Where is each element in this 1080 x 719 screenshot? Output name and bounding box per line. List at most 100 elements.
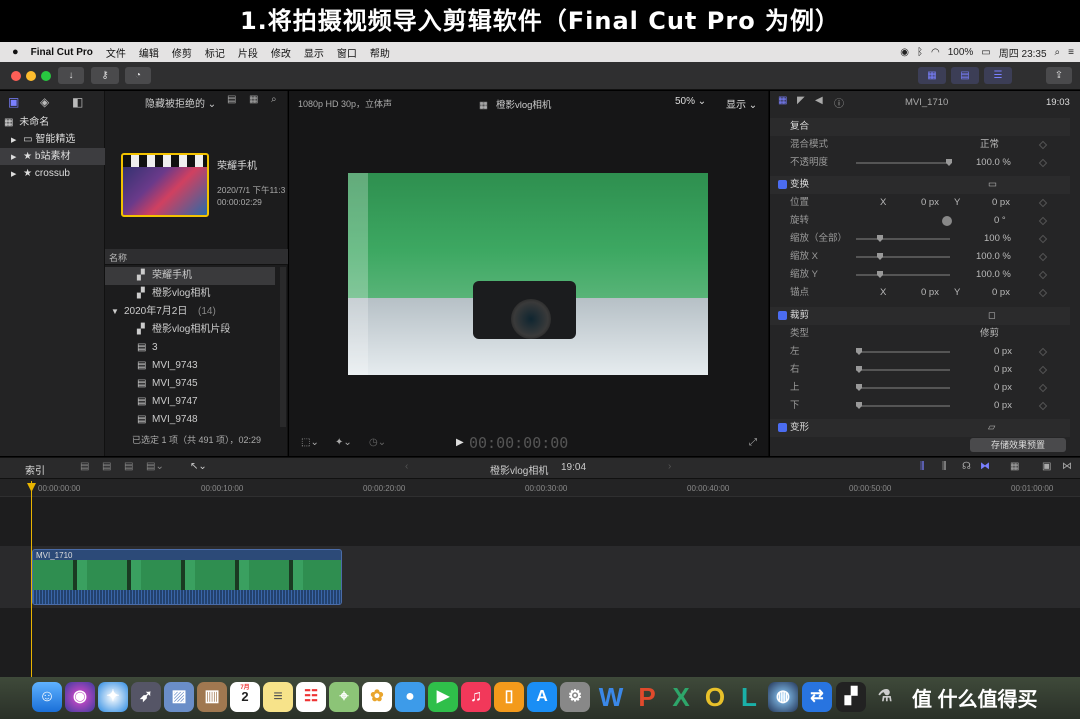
slider-knob[interactable]: [877, 235, 883, 242]
search-icon[interactable]: ⌕: [271, 94, 277, 105]
keyframe-icon[interactable]: [1038, 158, 1048, 168]
show-browser-button[interactable]: ▦: [918, 67, 946, 84]
scale-x-value[interactable]: 100.0 %: [976, 248, 1011, 266]
menu-clip[interactable]: 片段: [238, 45, 258, 60]
audio-inspector-icon[interactable]: ◀: [815, 95, 823, 106]
filmstrip-icon[interactable]: ▦: [249, 94, 258, 105]
lync-icon[interactable]: L: [734, 682, 764, 712]
select-tool-icon[interactable]: ↖⌄: [190, 461, 207, 472]
reminders-icon[interactable]: ☷: [296, 682, 326, 712]
anchor-y-value[interactable]: 0 px: [992, 284, 1010, 302]
list-item[interactable]: ▤ MVI_9747: [105, 393, 275, 411]
library-item[interactable]: ▦ 未命名: [0, 114, 105, 131]
keyframe-icon[interactable]: [1038, 288, 1048, 298]
crop-right-slider[interactable]: [856, 366, 950, 373]
migration-icon[interactable]: ⚗: [870, 682, 900, 712]
show-inspector-button[interactable]: ☰: [984, 67, 1012, 84]
menu-list-icon[interactable]: ≡: [1068, 47, 1074, 58]
scale-y-slider[interactable]: [856, 271, 950, 278]
scale-x-slider[interactable]: [856, 253, 950, 260]
keyframe-icon[interactable]: [1038, 252, 1048, 262]
list-header[interactable]: 名称: [105, 249, 288, 265]
crop-left-slider[interactable]: [856, 348, 950, 355]
slider-knob[interactable]: [877, 253, 883, 260]
audio-skimming-icon[interactable]: ⫼: [942, 461, 947, 472]
books-icon[interactable]: ▯: [494, 682, 524, 712]
list-item[interactable]: ▞ 橙影vlog相机片段: [105, 321, 275, 339]
list-scrollbar[interactable]: [280, 267, 286, 427]
excel-icon[interactable]: X: [666, 682, 696, 712]
menu-app[interactable]: Final Cut Pro: [31, 47, 93, 58]
disclosure-down-icon[interactable]: ▼: [111, 303, 119, 321]
filter-popup[interactable]: 隐藏被拒绝的 ⌄: [145, 95, 216, 110]
battery-label[interactable]: 100%: [948, 47, 974, 58]
append-clip-icon[interactable]: ▤: [124, 461, 133, 472]
messages-icon[interactable]: ●: [395, 682, 425, 712]
list-item[interactable]: ▞ 橙影vlog相机: [105, 285, 275, 303]
list-item[interactable]: ▤ 3: [105, 339, 275, 357]
libraries-tab-icon[interactable]: ▣: [8, 95, 19, 109]
teamviewer-icon[interactable]: ⇄: [802, 682, 832, 712]
search-icon[interactable]: ⌕: [1055, 47, 1061, 58]
position-y-value[interactable]: 0 px: [992, 194, 1010, 212]
menu-trim[interactable]: 修剪: [172, 45, 192, 60]
facetime-icon[interactable]: ▶: [428, 682, 458, 712]
index-button[interactable]: 索引: [25, 462, 45, 477]
crop-onscreen-icon[interactable]: ◻: [988, 307, 996, 325]
background-tasks-button[interactable]: ◔: [125, 67, 151, 84]
share-button[interactable]: ⇪: [1046, 67, 1072, 84]
snapping-icon[interactable]: ⧓: [980, 461, 990, 472]
apple-icon[interactable]: ●: [12, 46, 19, 58]
transform-popup-icon[interactable]: ⬚⌄: [301, 437, 319, 448]
titles-tab-icon[interactable]: ◧: [72, 95, 83, 109]
bluetooth-icon[interactable]: ᛒ: [917, 47, 923, 58]
keyframe-icon[interactable]: [1038, 234, 1048, 244]
forward-arrow-icon[interactable]: ›: [668, 461, 671, 472]
slider-knob[interactable]: [856, 402, 862, 409]
system-preferences-icon[interactable]: ⚙: [560, 682, 590, 712]
menu-window[interactable]: 窗口: [337, 45, 357, 60]
keyword-button[interactable]: ⚷: [91, 67, 119, 84]
rotation-dial[interactable]: [942, 216, 952, 226]
composite-section[interactable]: 复合: [770, 118, 1070, 136]
slider-knob[interactable]: [856, 384, 862, 391]
status-icon[interactable]: ◉: [900, 47, 909, 58]
skimming-icon[interactable]: ⫼: [920, 461, 925, 472]
keyframe-icon[interactable]: [1038, 270, 1048, 280]
keyframe-icon[interactable]: [1038, 401, 1048, 411]
effects-browser-icon[interactable]: ▣: [1042, 461, 1051, 472]
fullscreen-icon[interactable]: ⤢: [749, 437, 757, 448]
slider-knob[interactable]: [946, 159, 952, 166]
scale-all-value[interactable]: 100 %: [984, 230, 1011, 248]
menu-help[interactable]: 帮助: [370, 45, 390, 60]
distort-onscreen-icon[interactable]: ▱: [988, 419, 995, 437]
menu-file[interactable]: 文件: [106, 45, 126, 60]
disclosure-icon[interactable]: ▶: [11, 171, 16, 178]
sidebar-item-smart[interactable]: ▶ ▭ 智能精选: [0, 131, 105, 148]
scale-y-value[interactable]: 100.0 %: [976, 266, 1011, 284]
retime-popup-icon[interactable]: ◷⌄: [369, 437, 386, 448]
opacity-value[interactable]: 100.0 %: [976, 154, 1011, 172]
crop-bottom-slider[interactable]: [856, 402, 950, 409]
disclosure-icon[interactable]: ▶: [11, 137, 16, 144]
distort-section[interactable]: 变形 ▱: [770, 419, 1070, 437]
rotation-value[interactable]: 0 °: [994, 212, 1006, 230]
save-preset-button[interactable]: 存储效果预置: [970, 438, 1066, 452]
notes-icon[interactable]: ≡: [263, 682, 293, 712]
show-timeline-button[interactable]: ▤: [951, 67, 979, 84]
overwrite-clip-icon[interactable]: ▤⌄: [146, 461, 164, 472]
opacity-slider[interactable]: [856, 159, 952, 166]
info-inspector-icon[interactable]: ⓘ: [834, 95, 844, 110]
clip-thumbnail[interactable]: [121, 153, 209, 217]
playhead[interactable]: [31, 481, 32, 677]
powerpoint-icon[interactable]: P: [632, 682, 662, 712]
music-icon[interactable]: ♫: [461, 682, 491, 712]
transitions-browser-icon[interactable]: ⋈: [1062, 461, 1072, 472]
anchor-x-value[interactable]: 0 px: [921, 284, 939, 302]
clock[interactable]: 周四 23:35: [999, 45, 1047, 60]
list-item[interactable]: ▤ MVI_9743: [105, 357, 275, 375]
launchpad-icon[interactable]: ➶: [131, 682, 161, 712]
slider-knob[interactable]: [856, 366, 862, 373]
sidebar-item-crossub[interactable]: ▶ ★ crossub: [0, 165, 105, 182]
video-inspector-icon[interactable]: ▦: [778, 95, 787, 106]
